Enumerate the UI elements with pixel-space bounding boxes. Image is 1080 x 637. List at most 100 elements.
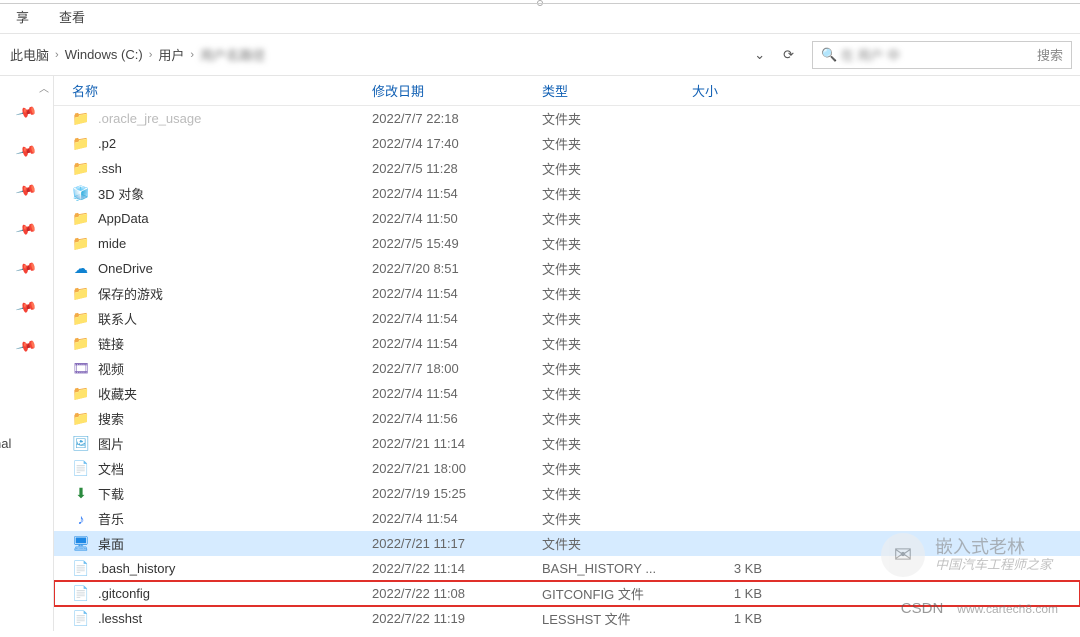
column-header-date[interactable]: 修改日期 [372, 81, 542, 100]
file-date: 2022/7/5 15:49 [372, 236, 542, 251]
file-name: .bash_history [98, 561, 175, 576]
file-row[interactable]: ♪音乐2022/7/4 11:54文件夹 [54, 506, 1080, 531]
ribbon-collapsed-handle[interactable] [0, 0, 1080, 6]
menu-view[interactable]: 查看 [49, 3, 95, 30]
file-row[interactable]: 📁mide2022/7/5 15:49文件夹 [54, 231, 1080, 256]
search-icon: 🔍 [821, 47, 837, 63]
file-name-cell[interactable]: 📁联系人 [72, 309, 372, 328]
file-date: 2022/7/7 18:00 [372, 361, 542, 376]
file-name-cell[interactable]: 📁mide [72, 235, 372, 253]
file-row[interactable]: 🖼图片2022/7/21 11:14文件夹 [54, 431, 1080, 456]
file-row[interactable]: ⬇下载2022/7/19 15:25文件夹 [54, 481, 1080, 506]
file-row[interactable]: 🧊3D 对象2022/7/4 11:54文件夹 [54, 181, 1080, 206]
file-row[interactable]: 📁AppData2022/7/4 11:50文件夹 [54, 206, 1080, 231]
file-name-cell[interactable]: ⬇下载 [72, 484, 372, 503]
breadcrumb-username-blurred[interactable]: 用户名路径 [200, 45, 265, 64]
watermark-wechat: ✉ 嵌入式老林 中国汽车工程师之家 [881, 533, 1052, 577]
search-input[interactable]: 🔍 在 用户 中 搜索 [812, 41, 1072, 69]
file-type: 文件夹 [542, 284, 692, 303]
file-row[interactable]: 📁.ssh2022/7/5 11:28文件夹 [54, 156, 1080, 181]
file-name-cell[interactable]: 📄.gitconfig [72, 585, 372, 603]
column-header-size[interactable]: 大小 [692, 81, 792, 100]
pin-icon[interactable]: 📌 [15, 218, 39, 241]
file-name-cell[interactable]: 📁搜索 [72, 409, 372, 428]
file-name-cell[interactable]: 🖼图片 [72, 434, 372, 453]
breadcrumb-this-pc[interactable]: 此电脑 [10, 45, 49, 64]
file-icon: 📄 [72, 560, 90, 578]
file-name-cell[interactable]: ♪音乐 [72, 509, 372, 528]
file-row[interactable]: 📁搜索2022/7/4 11:56文件夹 [54, 406, 1080, 431]
column-header-name[interactable]: 名称 [72, 81, 372, 100]
pin-icon[interactable]: 📌 [15, 296, 39, 319]
refresh-icon[interactable]: ⟳ [783, 47, 794, 63]
nav-pane[interactable]: ︿ 📌 📌 📌 📌 📌 📌 📌 nal [0, 76, 54, 631]
file-date: 2022/7/19 15:25 [372, 486, 542, 501]
file-date: 2022/7/4 11:56 [372, 411, 542, 426]
file-icon: 📄 [72, 585, 90, 603]
nav-scroll-up-icon[interactable]: ︿ [39, 80, 49, 95]
file-type: 文件夹 [542, 384, 692, 403]
file-name-cell[interactable]: 📁收藏夹 [72, 384, 372, 403]
file-name-cell[interactable]: 📁.p2 [72, 135, 372, 153]
file-name: .ssh [98, 161, 122, 176]
file-date: 2022/7/21 18:00 [372, 461, 542, 476]
file-name-cell[interactable]: 🧊3D 对象 [72, 184, 372, 203]
file-row[interactable]: 📁链接2022/7/4 11:54文件夹 [54, 331, 1080, 356]
file-name-cell[interactable]: 📁保存的游戏 [72, 284, 372, 303]
watermark-url: www.cartech8.com [957, 602, 1058, 616]
file-name-cell[interactable]: 📁AppData [72, 210, 372, 228]
file-name-cell[interactable]: 📁链接 [72, 334, 372, 353]
file-type: 文件夹 [542, 134, 692, 153]
watermark-csdn: CSDN [901, 600, 944, 617]
file-name-cell[interactable]: 📁 .ssh [72, 160, 372, 178]
file-type: LESSHST 文件 [542, 609, 692, 628]
chevron-right-icon[interactable]: › [190, 49, 194, 61]
breadcrumb[interactable]: 此电脑 › Windows (C:) › 用户 › 用户名路径 [0, 41, 736, 69]
folder-icon: 📁 [72, 335, 90, 353]
chevron-right-icon[interactable]: › [55, 49, 59, 61]
breadcrumb-dropdown-icon[interactable]: ⌄ [754, 47, 765, 63]
pin-icon[interactable]: 📌 [15, 335, 39, 358]
file-name-cell[interactable]: ☁OneDrive [72, 260, 372, 278]
pin-icon[interactable]: 📌 [15, 257, 39, 280]
file-row[interactable]: 🎞视频2022/7/7 18:00文件夹 [54, 356, 1080, 381]
file-name-cell[interactable]: 📄.lesshst [72, 610, 372, 628]
column-headers: 名称 修改日期 类型 大小 [54, 76, 1080, 106]
file-row[interactable]: 📁.p22022/7/4 17:40文件夹 [54, 131, 1080, 156]
address-row: 此电脑 › Windows (C:) › 用户 › 用户名路径 ⌄ ⟳ 🔍 在 … [0, 34, 1080, 76]
folder-icon: 📁 [72, 160, 90, 178]
file-date: 2022/7/4 17:40 [372, 136, 542, 151]
breadcrumb-drive-c[interactable]: Windows (C:) [65, 47, 143, 62]
file-name-cell[interactable]: 📁.oracle_jre_usage [72, 110, 372, 128]
file-row[interactable]: 📁.oracle_jre_usage2022/7/7 22:18文件夹 [54, 106, 1080, 131]
file-name-cell[interactable]: 🖥桌面 [72, 534, 372, 553]
file-type: 文件夹 [542, 184, 692, 203]
file-name: AppData [98, 211, 149, 226]
file-name-cell[interactable]: 🎞视频 [72, 359, 372, 378]
file-type: 文件夹 [542, 534, 692, 553]
menu-share-fragment[interactable]: 享 [6, 3, 39, 30]
breadcrumb-users[interactable]: 用户 [158, 45, 184, 64]
file-date: 2022/7/21 11:14 [372, 436, 542, 451]
pin-icon[interactable]: 📌 [15, 179, 39, 202]
file-type: GITCONFIG 文件 [542, 584, 692, 603]
pin-icon[interactable]: 📌 [15, 101, 39, 124]
file-name: 搜索 [98, 409, 124, 428]
column-header-type[interactable]: 类型 [542, 81, 692, 100]
file-row[interactable]: ☁OneDrive2022/7/20 8:51文件夹 [54, 256, 1080, 281]
file-name-cell[interactable]: 📄文档 [72, 459, 372, 478]
file-type: 文件夹 [542, 259, 692, 278]
documents-icon: 📄 [72, 460, 90, 478]
file-row[interactable]: 📁联系人2022/7/4 11:54文件夹 [54, 306, 1080, 331]
file-row[interactable]: 📁收藏夹2022/7/4 11:54文件夹 [54, 381, 1080, 406]
file-name-cell[interactable]: 📄 .bash_history [72, 560, 372, 578]
file-row[interactable]: 📁保存的游戏2022/7/4 11:54文件夹 [54, 281, 1080, 306]
nav-tree-item-truncated[interactable]: nal [0, 436, 11, 451]
folder-icon: 📁 [72, 110, 90, 128]
pin-icon[interactable]: 📌 [15, 140, 39, 163]
file-row[interactable]: 📄文档2022/7/21 18:00文件夹 [54, 456, 1080, 481]
file-name: 保存的游戏 [98, 284, 163, 303]
file-type: 文件夹 [542, 434, 692, 453]
file-type: 文件夹 [542, 309, 692, 328]
chevron-right-icon[interactable]: › [149, 49, 153, 61]
